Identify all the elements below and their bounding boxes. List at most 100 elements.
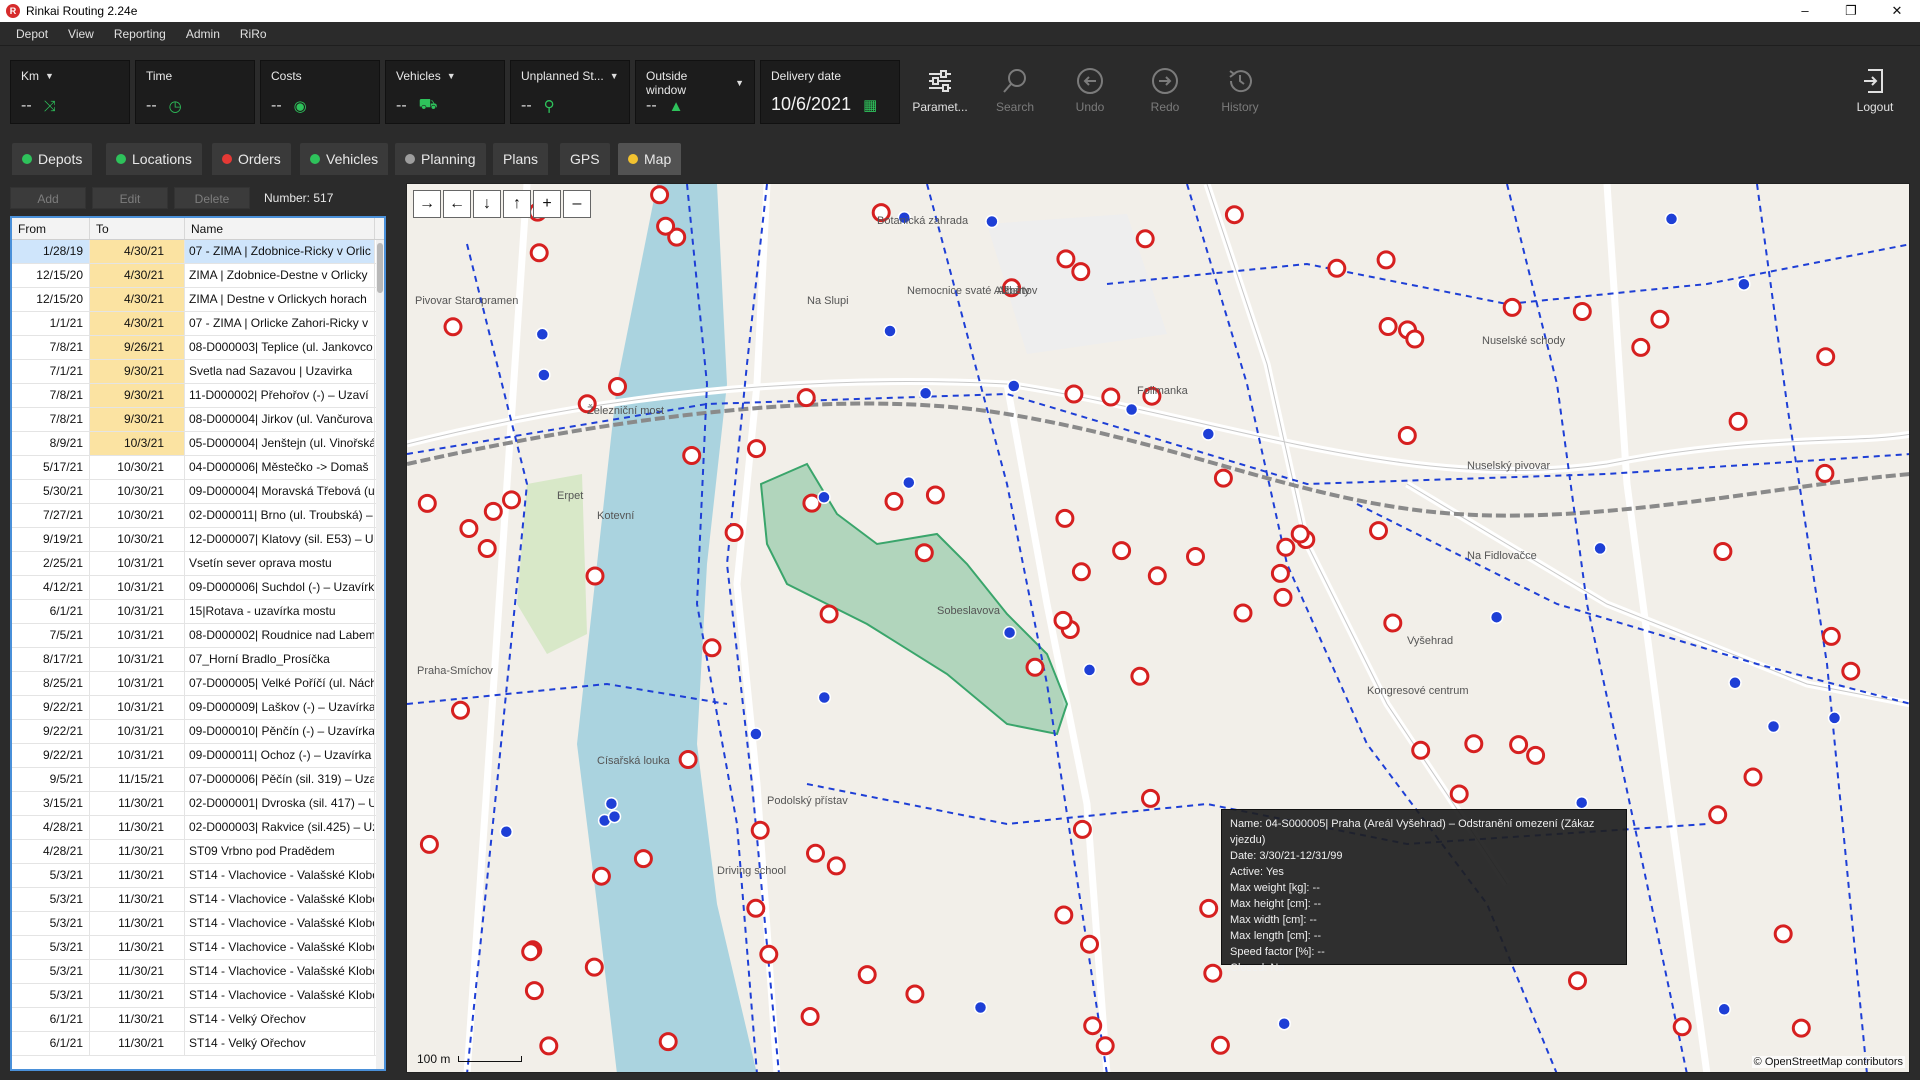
close-button[interactable]: ✕	[1874, 0, 1920, 22]
table-row[interactable]: 7/8/21 9/30/21 08-D000004| Jirkov (ul. Van…	[12, 408, 384, 432]
menu-riro[interactable]: RiRo	[230, 22, 277, 46]
tab-depots-label: Depots	[38, 151, 83, 167]
table-row[interactable]: 5/3/21 11/30/21 ST14 - Vlachovice - Valašs…	[12, 960, 384, 984]
table-row[interactable]: 5/3/21 11/30/21 ST14 - Vlachovice - Valašs…	[12, 936, 384, 960]
scrollbar-thumb[interactable]	[377, 243, 383, 293]
menu-reporting[interactable]: Reporting	[104, 22, 176, 46]
kpi-vehicles[interactable]: Vehicles ▼ -- ⛟	[385, 60, 505, 124]
tab-locations[interactable]: Locations	[106, 143, 202, 175]
map-attribution[interactable]: © OpenStreetMap contributors	[1751, 1056, 1905, 1068]
table-row[interactable]: 1/1/21 4/30/21 07 - ZIMA | Orlicke Zahori-…	[12, 312, 384, 336]
history-button[interactable]: History	[1205, 60, 1275, 124]
no-entry-marker	[884, 491, 904, 511]
minimize-button[interactable]: –	[1782, 0, 1828, 22]
table-row[interactable]: 12/15/20 4/30/21 ZIMA | Zdobnice-Destne v …	[12, 264, 384, 288]
tab-orders[interactable]: Orders	[212, 143, 291, 175]
column-to[interactable]: To	[90, 218, 185, 239]
column-from[interactable]: From	[12, 218, 90, 239]
tab-planning[interactable]: Planning	[395, 143, 486, 175]
table-row[interactable]: 7/5/21 10/31/21 08-D000002| Roudnice nad L…	[12, 624, 384, 648]
blue-restriction-marker	[1827, 711, 1842, 725]
chevron-down-icon[interactable]: ▼	[735, 78, 744, 88]
table-row[interactable]: 9/22/21 10/31/21 09-D000011| Ochoz (-) – U…	[12, 744, 384, 768]
delivery-date-value[interactable]: 10/6/2021	[771, 94, 851, 115]
table-row[interactable]: 8/25/21 10/31/21 07-D000005| Velké Poříčí …	[12, 672, 384, 696]
maximize-button[interactable]: ❐	[1828, 0, 1874, 22]
kpi-unplanned[interactable]: Unplanned St... ▼ -- ⚲	[510, 60, 630, 124]
cell-name: 09-D000006| Suchdol (-) – Uzavírk	[185, 576, 375, 599]
map-view[interactable]: Pivovar Staropramen Železniční most Erpet K…	[406, 183, 1910, 1073]
map-canvas[interactable]: Pivovar Staropramen Železniční most Erpet K…	[407, 184, 1910, 1073]
table-row[interactable]: 4/28/21 11/30/21 ST09 Vrbno pod Pradědem	[12, 840, 384, 864]
chevron-down-icon[interactable]: ▼	[447, 71, 456, 81]
table-row[interactable]: 5/3/21 11/30/21 ST14 - Vlachovice - Valašs…	[12, 864, 384, 888]
cell-name: ST14 - Vlachovice - Valašské Klobo	[185, 864, 375, 887]
table-row[interactable]: 8/17/21 10/31/21 07_Horní Bradlo_Prosíčka	[12, 648, 384, 672]
table-row[interactable]: 5/3/21 11/30/21 ST14 - Vlachovice - Valašs…	[12, 888, 384, 912]
table-row[interactable]: 9/22/21 10/31/21 09-D000010| Pěnčín (-) – …	[12, 720, 384, 744]
tab-plans[interactable]: Plans	[493, 143, 549, 175]
table-row[interactable]: 8/9/21 10/3/21 05-D000004| Jenštejn (ul. V…	[12, 432, 384, 456]
parameters-button[interactable]: Paramet...	[905, 60, 975, 124]
tab-gps[interactable]: GPS	[560, 143, 610, 175]
cell-to: 10/3/21	[90, 432, 185, 455]
panel-splitter[interactable]	[395, 180, 401, 1075]
table-row[interactable]: 7/8/21 9/30/21 11-D000002| Přehořov (-) – …	[12, 384, 384, 408]
pan-left-button[interactable]: ←	[443, 190, 471, 218]
table-row[interactable]: 7/8/21 9/26/21 08-D000003| Teplice (ul. Ja…	[12, 336, 384, 360]
no-entry-marker	[905, 984, 925, 1004]
delivery-date-picker[interactable]: Delivery date 10/6/2021 ▦	[760, 60, 900, 124]
blue-restriction-marker	[1766, 719, 1781, 734]
history-icon	[1205, 66, 1275, 100]
pan-right-button[interactable]: →	[413, 190, 441, 218]
zoom-in-button[interactable]: +	[533, 190, 561, 218]
no-entry-marker	[1449, 784, 1469, 804]
cell-from: 7/5/21	[12, 624, 90, 647]
kpi-km[interactable]: Km ▼ -- ⤨	[10, 60, 130, 124]
table-row[interactable]: 1/28/19 4/30/21 07 - ZIMA | Zdobnice-Ricky…	[12, 240, 384, 264]
table-row[interactable]: 7/1/21 9/30/21 Svetla nad Sazavou | Uzavir…	[12, 360, 384, 384]
column-name[interactable]: Name	[185, 218, 375, 239]
table-row[interactable]: 9/22/21 10/31/21 09-D000009| Laškov (-) – …	[12, 696, 384, 720]
table-row[interactable]: 6/1/21 11/30/21 ST14 - Velký Ořechov	[12, 1032, 384, 1056]
table-scrollbar[interactable]	[376, 240, 384, 1069]
redo-button[interactable]: Redo	[1130, 60, 1200, 124]
table-row[interactable]: 4/12/21 10/31/21 09-D000006| Suchdol (-) –…	[12, 576, 384, 600]
table-row[interactable]: 6/1/21 11/30/21 ST14 - Velký Ořechov	[12, 1008, 384, 1032]
zoom-out-button[interactable]: –	[563, 190, 591, 218]
table-row[interactable]: 9/5/21 11/15/21 07-D000006| Pěčín (sil. 31…	[12, 768, 384, 792]
pan-down-button[interactable]: ↓	[473, 190, 501, 218]
no-entry-marker	[1713, 542, 1733, 561]
chevron-down-icon[interactable]: ▼	[45, 71, 54, 81]
chevron-down-icon[interactable]: ▼	[610, 71, 619, 81]
table-row[interactable]: 7/27/21 10/30/21 02-D000011| Brno (ul. Tro…	[12, 504, 384, 528]
table-row[interactable]: 5/3/21 11/30/21 ST14 - Vlachovice - Valašs…	[12, 984, 384, 1008]
table-row[interactable]: 4/28/21 11/30/21 02-D000003| Rakvice (sil.…	[12, 816, 384, 840]
tab-vehicles[interactable]: Vehicles	[300, 143, 389, 175]
menu-view[interactable]: View	[58, 22, 104, 46]
table-row[interactable]: 3/15/21 11/30/21 02-D000001| Dvroska (sil.…	[12, 792, 384, 816]
logout-button[interactable]: Logout	[1840, 60, 1910, 124]
delete-button[interactable]: Delete	[174, 187, 250, 209]
menu-depot[interactable]: Depot	[6, 22, 58, 46]
table-row[interactable]: 5/30/21 10/30/21 09-D000004| Moravská Třeb…	[12, 480, 384, 504]
search-button[interactable]: Search	[980, 60, 1050, 124]
no-entry-marker	[914, 543, 934, 563]
table-row[interactable]: 2/25/21 10/31/21 Vsetín sever oprava mostu	[12, 552, 384, 576]
cell-to: 11/30/21	[90, 816, 185, 839]
cell-from: 8/17/21	[12, 648, 90, 671]
undo-button[interactable]: Undo	[1055, 60, 1125, 124]
table-row[interactable]: 12/15/20 4/30/21 ZIMA | Destne v Orlickych…	[12, 288, 384, 312]
table-row[interactable]: 5/3/21 11/30/21 ST14 - Vlachovice - Valašs…	[12, 912, 384, 936]
menu-admin[interactable]: Admin	[176, 22, 230, 46]
table-row[interactable]: 5/17/21 10/30/21 04-D000006| Městečko -> D…	[12, 456, 384, 480]
add-button[interactable]: Add	[10, 187, 86, 209]
kpi-outside-window[interactable]: Outside window ▼ -- ▲	[635, 60, 755, 124]
table-row[interactable]: 6/1/21 10/31/21 15|Rotava - uzavírka mostu	[12, 600, 384, 624]
tab-map[interactable]: Map	[618, 143, 682, 175]
pan-up-button[interactable]: ↑	[503, 190, 531, 218]
calendar-icon[interactable]: ▦	[863, 96, 877, 114]
table-row[interactable]: 9/19/21 10/30/21 12-D000007| Klatovy (sil.…	[12, 528, 384, 552]
tab-depots[interactable]: Depots	[12, 143, 93, 175]
edit-button[interactable]: Edit	[92, 187, 168, 209]
